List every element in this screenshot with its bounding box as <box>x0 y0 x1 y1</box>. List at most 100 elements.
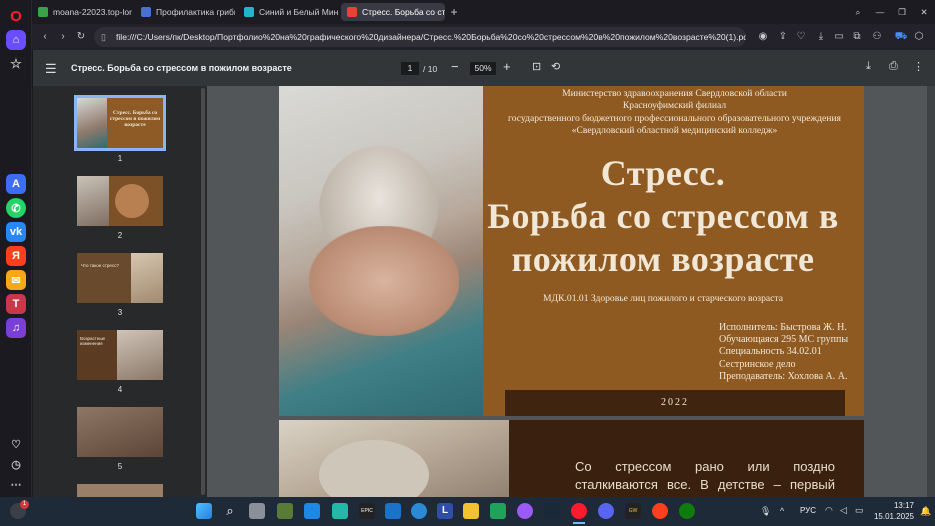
more-options-icon[interactable]: ⋮ <box>913 60 924 73</box>
clock-time[interactable]: 13:17 <box>872 501 914 510</box>
tab-moana[interactable]: moana-22023.top-lordfilm <box>32 3 132 21</box>
outlook-icon[interactable] <box>385 503 401 519</box>
language-indicator[interactable]: РУС <box>800 506 816 515</box>
profile-icon[interactable]: ⚇ <box>870 30 884 44</box>
viewer-scrollbar[interactable] <box>927 86 935 497</box>
translate-icon[interactable]: T <box>6 294 26 314</box>
app-icon[interactable] <box>332 503 348 519</box>
notifications-icon[interactable]: 🔔 <box>920 506 931 517</box>
menu-icon[interactable]: ☰ <box>45 61 57 77</box>
favorites-icon[interactable]: ☆ <box>6 54 26 74</box>
yandex-browser-icon[interactable] <box>652 503 668 519</box>
app-icon[interactable]: GW <box>625 503 641 519</box>
zoom-in-button[interactable]: + <box>503 59 511 74</box>
thumbnail-scrollbar[interactable] <box>201 88 205 495</box>
home-icon[interactable]: ⌂ <box>6 30 26 50</box>
bookmark-icon[interactable]: ▭ <box>832 30 846 44</box>
share-icon[interactable]: ⇪ <box>776 30 790 44</box>
start-icon[interactable] <box>196 503 212 519</box>
vk-icon[interactable]: vk <box>6 222 26 242</box>
heart-icon[interactable]: ♡ <box>6 434 26 454</box>
slide-title: Стресс. Борьба со стрессом в пожилом воз… <box>485 152 841 281</box>
cube-icon[interactable]: ⬡ <box>912 30 926 44</box>
elderly-woman-photo <box>279 86 483 416</box>
reload-icon[interactable]: ↻ <box>74 30 88 44</box>
zoom-out-button[interactable]: − <box>451 59 459 74</box>
search-tabs-icon[interactable]: ⌕ <box>850 3 866 21</box>
rotate-icon[interactable]: ⟲ <box>551 60 560 73</box>
mail-icon[interactable]: ✉ <box>6 270 26 290</box>
download-icon[interactable]: ⤓ <box>814 30 828 44</box>
clock-date[interactable]: 15.01.2025 <box>868 512 914 521</box>
tab-prophylaxis[interactable]: Профилактика грибковых <box>135 3 235 21</box>
fit-page-icon[interactable]: ⊡ <box>532 60 541 73</box>
bookmark-heart-icon[interactable]: ♡ <box>794 30 808 44</box>
camera-icon[interactable]: ◉ <box>756 30 770 44</box>
minimize-icon[interactable]: — <box>872 3 888 21</box>
task-view-icon[interactable] <box>249 503 265 519</box>
forward-icon[interactable]: › <box>56 30 70 44</box>
app-icon[interactable] <box>277 503 293 519</box>
opera-taskbar-icon[interactable] <box>571 503 587 519</box>
thumbnail-circle <box>115 184 149 218</box>
author-line: Сестринское дело <box>719 358 796 370</box>
app-icon[interactable] <box>490 503 506 519</box>
music-icon[interactable]: ♫ <box>6 318 26 338</box>
xbox-icon[interactable] <box>679 503 695 519</box>
edge-icon[interactable] <box>411 503 427 519</box>
new-tab-button[interactable]: + <box>446 3 462 21</box>
thumbnail-photo <box>77 176 109 226</box>
wifi-icon[interactable]: ◠ <box>825 505 833 516</box>
thumbnail-page-3[interactable]: Что такое стресс? <box>77 253 163 303</box>
windows-taskbar: 1 ⌕ EPIC L GW 🎙 ^ РУС ◠ ◁ ▭ 13:17 15.01.… <box>0 497 935 526</box>
pdf-page-2: Со стрессом рано или поздно сталкиваются… <box>279 420 864 510</box>
tab-stress-pdf[interactable]: Стресс. Борьба со стрессом✕ <box>341 3 445 21</box>
thumbnail-label: 1 <box>117 154 123 163</box>
l-app-icon[interactable]: L <box>437 503 453 519</box>
thumbnail-page-1[interactable]: Стресс. Борьба со стрессом в пожилом воз… <box>74 95 166 151</box>
address-input[interactable]: ▯ file:///C:/Users/пк/Desktop/Портфолио%… <box>94 27 746 47</box>
more-icon[interactable]: ⋯ <box>6 474 26 494</box>
pdf-page-1: Министерство здравоохранения Свердловско… <box>279 86 864 416</box>
microphone-icon[interactable]: 🎙 <box>760 506 771 517</box>
restore-icon[interactable]: ❐ <box>894 3 910 21</box>
org-line: государственного бюджетного профессионал… <box>508 112 841 124</box>
thumbnail-text: Что такое стресс? <box>81 263 119 268</box>
close-window-icon[interactable]: ✕ <box>916 3 932 21</box>
volume-icon[interactable]: ◁ <box>840 505 847 516</box>
thumbnail-text: Стресс. Борьба со стрессом в пожилом воз… <box>109 110 161 128</box>
steam-icon[interactable] <box>544 503 560 519</box>
thumbnail-label: 2 <box>117 231 123 240</box>
cart-icon[interactable]: ⛟ <box>894 30 908 44</box>
yandex-icon[interactable]: Я <box>6 246 26 266</box>
file-explorer-icon[interactable] <box>463 503 479 519</box>
subject-line: МДК.01.01 Здоровье лиц пожилого и старче… <box>543 293 783 304</box>
whatsapp-icon[interactable]: ✆ <box>6 198 26 218</box>
extensions-icon[interactable]: ⧉ <box>850 30 864 44</box>
battery-icon[interactable]: ▭ <box>855 505 864 516</box>
epic-games-icon[interactable]: EPIC <box>359 503 375 519</box>
author-line: Преподаватель: Хохлова А. А. <box>719 370 848 382</box>
back-icon[interactable]: ‹ <box>38 30 52 44</box>
org-line: Красноуфимский филиал <box>622 100 727 112</box>
tab-minimal[interactable]: Синий и Белый Минимал <box>238 3 338 21</box>
download-pdf-icon[interactable]: ⤓ <box>866 60 871 73</box>
app-icon[interactable] <box>304 503 320 519</box>
search-icon[interactable]: ⌕ <box>222 503 238 519</box>
thumbnail-page-5[interactable] <box>77 407 163 457</box>
thumbnail-photo <box>77 98 107 148</box>
aria-icon[interactable]: A <box>6 174 26 194</box>
thumbnail-page-2[interactable] <box>77 176 163 226</box>
app-icon[interactable] <box>517 503 533 519</box>
tray-chevron-icon[interactable]: ^ <box>780 506 784 516</box>
opera-logo-icon[interactable]: O <box>6 6 26 26</box>
thumbnail-page-4[interactable]: Возрастные изменения <box>77 330 163 380</box>
discord-icon[interactable] <box>598 503 614 519</box>
history-icon[interactable]: ◷ <box>6 454 26 474</box>
thumbnail-page-6[interactable] <box>77 484 163 497</box>
print-icon[interactable]: ⎙ <box>889 60 898 73</box>
page-number-input[interactable]: 1 <box>401 62 419 75</box>
tab-favicon-icon <box>38 7 48 17</box>
zoom-input[interactable]: 50% <box>470 62 496 75</box>
file-icon: ▯ <box>101 32 106 42</box>
